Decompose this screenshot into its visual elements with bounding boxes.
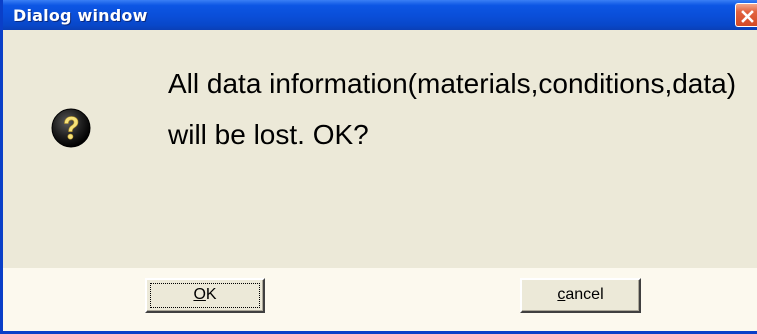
dialog-window: Dialog window All data information(mater… — [0, 0, 757, 334]
cancel-button[interactable]: cancel — [520, 278, 641, 313]
window-title: Dialog window — [13, 6, 148, 25]
ok-mnemonic: O — [193, 286, 206, 303]
close-button[interactable] — [735, 3, 757, 27]
cancel-label-rest: ancel — [565, 286, 604, 303]
title-bar[interactable]: Dialog window — [3, 0, 757, 30]
close-icon — [741, 10, 754, 23]
ok-label-rest: K — [205, 286, 217, 303]
button-area — [3, 268, 757, 331]
dialog-message: All data information(materials,condition… — [168, 68, 737, 150]
question-icon — [51, 108, 91, 148]
ok-button[interactable]: OK — [145, 278, 265, 313]
